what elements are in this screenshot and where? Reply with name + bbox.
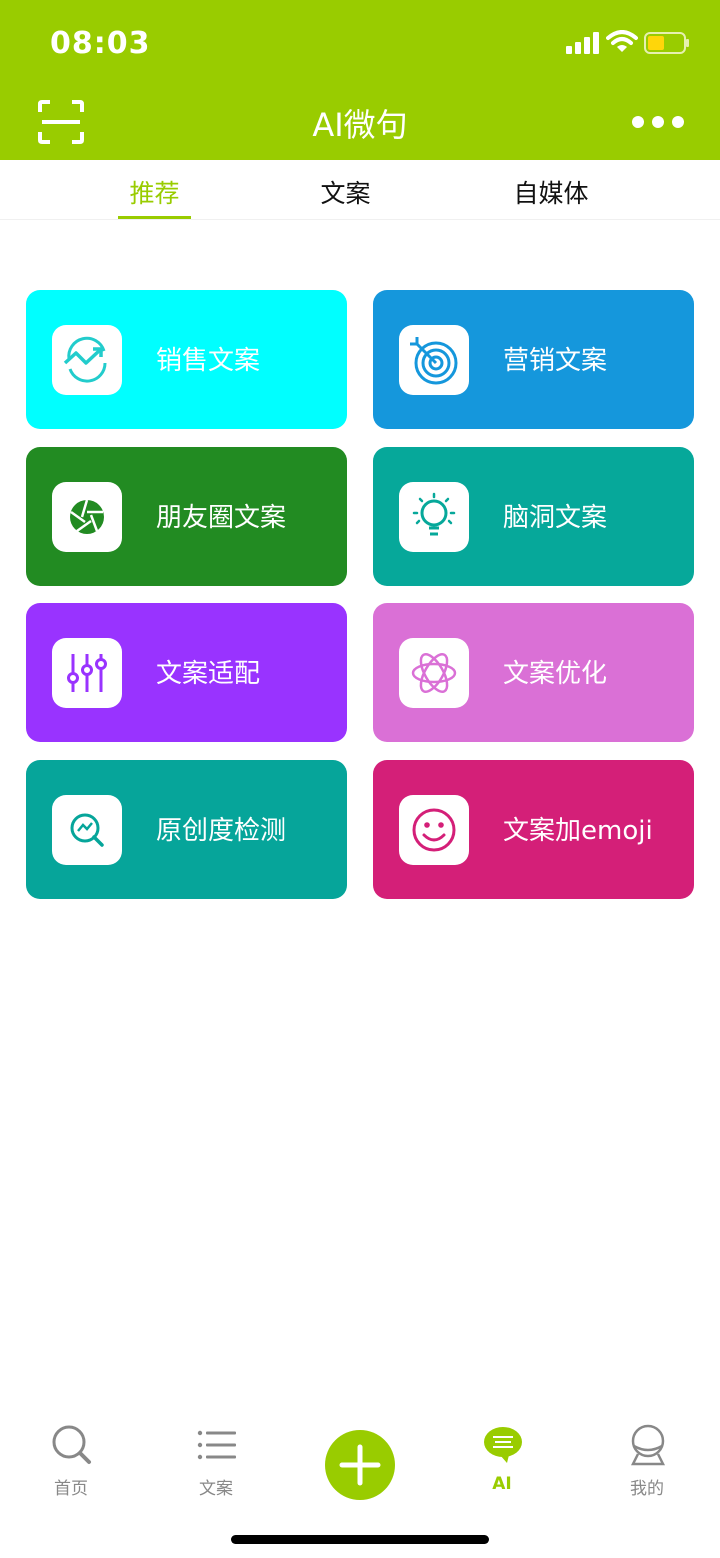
list-icon [197, 1430, 236, 1460]
card-label: 朋友圈文案 [156, 503, 287, 533]
card-sales-copy[interactable]: 销售文案 [26, 290, 347, 429]
page: 08:03 AI微句 推荐 文案 自媒体 销售文案 营销文案 朋友圈文案 脑洞文… [0, 0, 720, 1558]
card-brainstorm-copy[interactable]: 脑洞文案 [373, 447, 694, 586]
plus-icon [339, 1444, 381, 1486]
target-icon [410, 337, 458, 385]
card-icon-box [52, 482, 122, 552]
wifi-icon [606, 30, 638, 52]
card-copy-emoji[interactable]: 文案加emoji [373, 760, 694, 899]
card-label: 营销文案 [503, 346, 608, 376]
card-icon-box [52, 795, 122, 865]
chat-icon [484, 1427, 522, 1463]
battery-icon [644, 32, 689, 54]
home-indicator[interactable] [231, 1535, 489, 1544]
search-icon [52, 1425, 91, 1464]
nav-mine[interactable]: 我的 [597, 1410, 697, 1510]
tab-active-indicator [118, 216, 191, 219]
card-label: 文案适配 [156, 659, 261, 689]
card-label: 文案加emoji [503, 816, 653, 846]
card-label: 原创度检测 [156, 816, 287, 846]
nav-mine-label: 我的 [630, 1479, 664, 1499]
card-moments-copy[interactable]: 朋友圈文案 [26, 447, 347, 586]
lightbulb-icon [412, 492, 456, 536]
card-icon-box [399, 325, 469, 395]
nav-copy-label: 文案 [199, 1479, 233, 1499]
add-button[interactable] [325, 1430, 395, 1500]
tab-copywriting[interactable]: 文案 [308, 174, 383, 210]
magnifier-chart-icon [70, 813, 104, 847]
card-label: 脑洞文案 [503, 503, 608, 533]
trend-icon [63, 336, 107, 383]
more-options-button[interactable] [630, 112, 686, 132]
card-label: 销售文案 [156, 346, 261, 376]
cellular-signal-icon [566, 32, 599, 54]
aperture-icon [70, 499, 104, 534]
tab-self-media[interactable]: 自媒体 [504, 174, 598, 210]
category-tabs: 推荐 文案 自媒体 [0, 160, 720, 220]
user-icon [630, 1424, 666, 1466]
card-icon-box [52, 325, 122, 395]
card-originality-check[interactable]: 原创度检测 [26, 760, 347, 899]
atom-icon [411, 653, 457, 693]
smiley-icon [412, 808, 456, 852]
status-time: 08:03 [50, 26, 151, 61]
page-title: AI微句 [312, 106, 408, 144]
card-icon-box [399, 482, 469, 552]
tab-recommend[interactable]: 推荐 [118, 174, 191, 210]
card-icon-box [52, 638, 122, 708]
top-bar: 08:03 AI微句 [0, 0, 720, 160]
nav-ai[interactable]: AI [452, 1410, 552, 1510]
card-icon-box [399, 795, 469, 865]
nav-home[interactable]: 首页 [21, 1410, 121, 1510]
card-copy-optimize[interactable]: 文案优化 [373, 603, 694, 742]
card-label: 文案优化 [503, 659, 608, 689]
sliders-icon [67, 654, 107, 692]
card-copy-adapt[interactable]: 文案适配 [26, 603, 347, 742]
card-marketing-copy[interactable]: 营销文案 [373, 290, 694, 429]
nav-ai-label: AI [492, 1474, 512, 1494]
nav-home-label: 首页 [54, 1479, 88, 1499]
card-icon-box [399, 638, 469, 708]
nav-copy[interactable]: 文案 [166, 1410, 266, 1510]
